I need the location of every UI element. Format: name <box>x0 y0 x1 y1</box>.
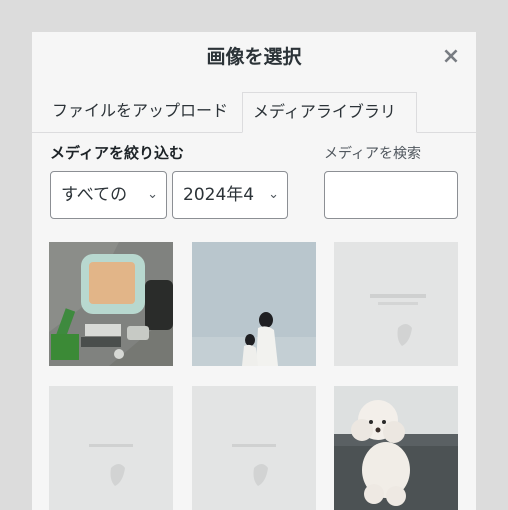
close-button[interactable]: × <box>440 46 462 68</box>
tab-media-library[interactable]: メディアライブラリ <box>242 92 417 133</box>
media-modal: 画像を選択 × ファイルをアップロード メディアライブラリ メディアを絞り込む … <box>32 32 476 510</box>
close-icon: × <box>441 44 461 69</box>
thumbnail-card-1[interactable] <box>334 242 458 366</box>
thumbnail-card-2[interactable] <box>49 386 173 510</box>
thumbnail-desk-items[interactable] <box>49 242 173 366</box>
photo-card-2-image <box>49 386 173 510</box>
tab-upload-files[interactable]: ファイルをアップロード <box>42 92 238 132</box>
photo-card-1-image <box>334 242 458 366</box>
chevron-down-icon: ⌄ <box>268 187 279 202</box>
thumbnail-mother-child[interactable] <box>192 242 316 366</box>
photo-desk-items-image <box>49 242 173 366</box>
modal-title: 画像を選択 <box>206 46 302 68</box>
search-label: メディアを検索 <box>324 146 422 162</box>
photo-card-3-image <box>192 386 316 510</box>
chevron-down-icon: ⌄ <box>147 187 158 202</box>
date-value: 2024年4 <box>183 185 255 205</box>
photo-mother-child-image <box>192 242 316 366</box>
thumbnail-poodle[interactable] <box>334 386 458 510</box>
media-type-select[interactable]: すべての ⌄ <box>50 171 167 219</box>
tab-bar: ファイルをアップロード メディアライブラリ <box>32 92 476 133</box>
media-type-value: すべての <box>61 185 128 205</box>
photo-poodle-image <box>334 386 458 510</box>
thumbnail-card-3[interactable] <box>192 386 316 510</box>
date-select[interactable]: 2024年4 ⌄ <box>172 171 288 219</box>
search-input[interactable] <box>324 171 458 219</box>
filter-label: メディアを絞り込む <box>50 144 184 162</box>
